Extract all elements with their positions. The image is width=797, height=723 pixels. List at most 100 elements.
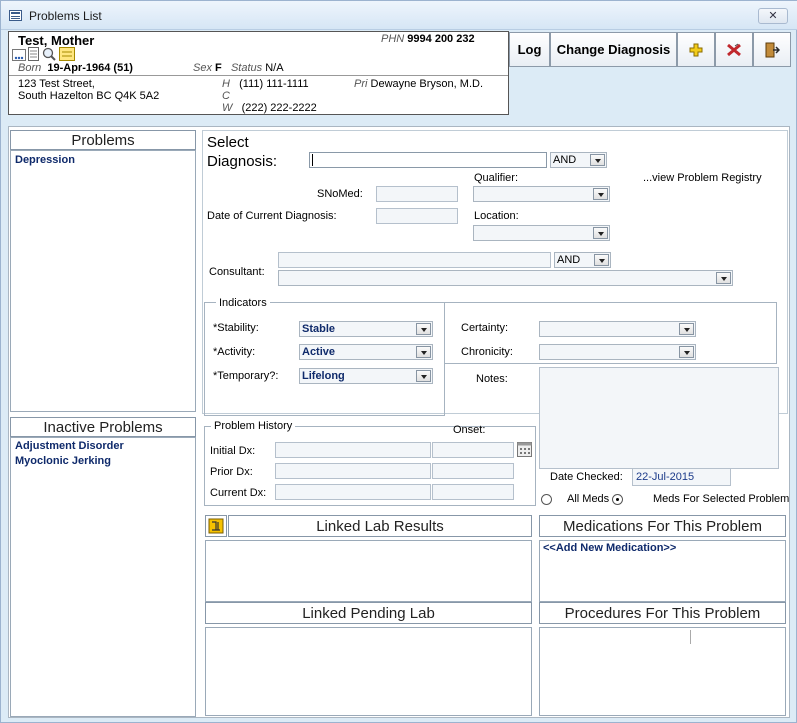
prior-onset-input[interactable] [432,463,514,479]
inactive-problems-header: Inactive Problems [10,417,196,437]
plus-icon [689,43,703,57]
snomed-input[interactable] [376,186,458,202]
view-problem-registry-link[interactable]: ...view Problem Registry [643,172,762,184]
chevron-down-icon [593,227,608,239]
chevron-down-icon [416,323,431,335]
exit-button[interactable] [753,32,791,67]
delete-icon [727,43,741,57]
procedures-list[interactable] [539,627,786,716]
calendar-note-icon[interactable] [59,47,75,61]
date-checked-input[interactable]: 22-Jul-2015 [632,468,731,486]
address-line1: 123 Test Street, [18,78,95,90]
chevron-down-icon [590,154,605,166]
current-onset-input[interactable] [432,484,514,500]
add-problem-button[interactable] [677,32,715,67]
magnifier-icon[interactable] [42,47,56,61]
temporary-label: *Temporary?: [213,370,279,382]
stability-label: *Stability: [213,322,259,334]
activity-label: *Activity: [213,346,256,358]
qualifier-select[interactable] [473,186,610,202]
diagnosis-input[interactable] [309,152,547,168]
current-dx-label: Current Dx: [210,487,267,499]
date-current-diagnosis-label: Date of Current Diagnosis: [207,210,337,222]
text-cursor [312,154,313,166]
inactive-item-myoclonic-jerking[interactable]: Myoclonic Jerking [15,455,111,467]
phone-home: H (111) 111-1111 [222,78,309,90]
certainty-select[interactable] [539,321,696,337]
document-icon[interactable] [28,47,39,61]
column-divider [690,630,691,644]
location-select[interactable] [473,225,610,241]
chevron-down-icon [594,254,609,266]
patient-name: Test, Mother [18,33,95,48]
consultant-select[interactable] [278,270,733,286]
delete-problem-button[interactable] [715,32,753,67]
title-bar: Problems List ✕ [1,1,797,30]
phn-value: 9994 200 232 [407,33,475,45]
current-dx-input[interactable] [275,484,431,500]
problems-header: Problems [10,130,196,150]
indicators-title: Indicators [216,297,270,309]
close-button[interactable]: ✕ [758,8,788,24]
linked-pending-lab-header: Linked Pending Lab [205,602,532,624]
procedures-header: Procedures For This Problem [539,602,786,624]
link-lab-icon [208,518,224,534]
exit-door-icon [765,42,781,58]
initial-dx-input[interactable] [275,442,431,458]
prior-dx-label: Prior Dx: [210,466,253,478]
phone-cell: C [222,90,230,102]
chevron-down-icon [679,346,694,358]
medications-list[interactable]: <<Add New Medication>> [539,540,786,602]
all-meds-radio[interactable] [541,494,552,505]
add-new-medication-link[interactable]: <<Add New Medication>> [543,542,676,554]
stability-select[interactable]: Stable [299,321,433,337]
consultant-and-select[interactable]: AND [554,252,611,268]
notes-label: Notes: [476,373,508,385]
chevron-down-icon [716,272,731,284]
date-current-diagnosis-input[interactable] [376,208,458,224]
onset-label: Onset: [453,424,486,436]
log-button[interactable]: Log [509,32,550,67]
window-title: Problems List [29,9,102,23]
lab-link-button[interactable] [205,515,227,537]
change-diagnosis-button[interactable]: Change Diagnosis [550,32,677,67]
chevron-down-icon [679,323,694,335]
meds-selected-problem-radio[interactable] [612,494,623,505]
linked-lab-results-header: Linked Lab Results [228,515,532,537]
chronicity-label: Chronicity: [461,346,513,358]
problem-item-depression[interactable]: Depression [15,154,75,166]
medications-header: Medications For This Problem [539,515,786,537]
born-row: Born 19-Apr-1964 (51) [18,62,133,74]
problems-list-window: Problems List ✕ Test, Mother PHN 9994 20… [0,0,797,723]
meds-selected-problem-label: Meds For Selected Problem [653,493,790,505]
window-list-icon [9,10,22,21]
date-checked-label: Date Checked: [550,471,623,483]
more-icon[interactable] [12,49,26,61]
location-label: Location: [474,210,519,222]
problem-history-title: Problem History [211,420,296,432]
inactive-item-adjustment-disorder[interactable]: Adjustment Disorder [15,440,124,452]
linked-lab-results-list[interactable] [205,540,532,602]
phone-work: W (222) 222-2222 [222,102,317,114]
chevron-down-icon [416,370,431,382]
consultant-search-input[interactable] [278,252,551,268]
diagnosis-label: Diagnosis: [207,153,278,170]
inactive-problems-list[interactable]: Adjustment Disorder Myoclonic Jerking [10,437,196,717]
initial-onset-input[interactable] [432,442,514,458]
temporary-select[interactable]: Lifelong [299,368,433,384]
activity-select[interactable]: Active [299,344,433,360]
linked-pending-lab-list[interactable] [205,627,532,716]
diagnosis-and-select[interactable]: AND [550,152,607,168]
chronicity-select[interactable] [539,344,696,360]
primary-physician: Pri Dewayne Bryson, M.D. [354,78,483,90]
header-divider [9,75,508,76]
calendar-icon[interactable] [517,442,532,457]
problems-list[interactable]: Depression [10,150,196,412]
initial-dx-label: Initial Dx: [210,445,256,457]
consultant-label: Consultant: [209,266,265,278]
prior-dx-input[interactable] [275,463,431,479]
all-meds-label: All Meds [567,493,610,505]
snomed-label: SNoMed: [317,188,363,200]
notes-textarea[interactable] [539,367,779,469]
sex-row: Sex F Status N/A [193,62,284,74]
